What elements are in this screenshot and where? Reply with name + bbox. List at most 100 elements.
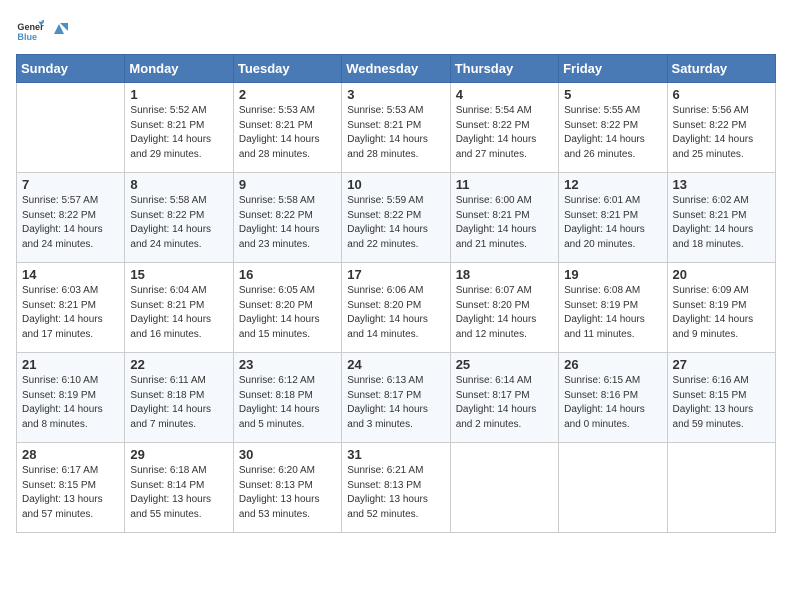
day-number: 29 <box>130 447 227 462</box>
day-number: 31 <box>347 447 444 462</box>
day-number: 13 <box>673 177 770 192</box>
day-number: 17 <box>347 267 444 282</box>
day-info: Sunrise: 6:17 AM Sunset: 8:15 PM Dayligh… <box>22 464 119 522</box>
day-number: 5 <box>564 87 661 102</box>
day-info: Sunrise: 5:58 AM Sunset: 8:22 PM Dayligh… <box>130 194 227 252</box>
day-info: Sunrise: 5:53 AM Sunset: 8:21 PM Dayligh… <box>239 104 336 162</box>
calendar-cell: 8 Sunrise: 5:58 AM Sunset: 8:22 PM Daylig… <box>125 173 233 263</box>
calendar-cell <box>667 443 775 533</box>
day-info: Sunrise: 6:05 AM Sunset: 8:20 PM Dayligh… <box>239 284 336 342</box>
col-header-friday: Friday <box>559 55 667 83</box>
day-info: Sunrise: 5:58 AM Sunset: 8:22 PM Dayligh… <box>239 194 336 252</box>
week-row-1: 1 Sunrise: 5:52 AM Sunset: 8:21 PM Daylig… <box>17 83 776 173</box>
day-info: Sunrise: 5:52 AM Sunset: 8:21 PM Dayligh… <box>130 104 227 162</box>
day-number: 28 <box>22 447 119 462</box>
day-number: 24 <box>347 357 444 372</box>
day-info: Sunrise: 6:18 AM Sunset: 8:14 PM Dayligh… <box>130 464 227 522</box>
calendar-cell: 31 Sunrise: 6:21 AM Sunset: 8:13 PM Dayli… <box>342 443 450 533</box>
day-info: Sunrise: 5:57 AM Sunset: 8:22 PM Dayligh… <box>22 194 119 252</box>
day-number: 23 <box>239 357 336 372</box>
calendar-cell <box>559 443 667 533</box>
day-number: 26 <box>564 357 661 372</box>
day-number: 18 <box>456 267 553 282</box>
day-info: Sunrise: 6:01 AM Sunset: 8:21 PM Dayligh… <box>564 194 661 252</box>
week-row-3: 14 Sunrise: 6:03 AM Sunset: 8:21 PM Dayli… <box>17 263 776 353</box>
day-number: 27 <box>673 357 770 372</box>
day-number: 16 <box>239 267 336 282</box>
day-number: 11 <box>456 177 553 192</box>
calendar-cell: 16 Sunrise: 6:05 AM Sunset: 8:20 PM Dayli… <box>233 263 341 353</box>
col-header-sunday: Sunday <box>17 55 125 83</box>
day-info: Sunrise: 6:12 AM Sunset: 8:18 PM Dayligh… <box>239 374 336 432</box>
day-number: 1 <box>130 87 227 102</box>
week-row-4: 21 Sunrise: 6:10 AM Sunset: 8:19 PM Dayli… <box>17 353 776 443</box>
calendar-cell: 28 Sunrise: 6:17 AM Sunset: 8:15 PM Dayli… <box>17 443 125 533</box>
calendar-cell <box>450 443 558 533</box>
calendar-cell: 9 Sunrise: 5:58 AM Sunset: 8:22 PM Daylig… <box>233 173 341 263</box>
calendar-table: SundayMondayTuesdayWednesdayThursdayFrid… <box>16 54 776 533</box>
day-info: Sunrise: 6:09 AM Sunset: 8:19 PM Dayligh… <box>673 284 770 342</box>
day-info: Sunrise: 5:56 AM Sunset: 8:22 PM Dayligh… <box>673 104 770 162</box>
day-info: Sunrise: 5:54 AM Sunset: 8:22 PM Dayligh… <box>456 104 553 162</box>
day-number: 8 <box>130 177 227 192</box>
day-info: Sunrise: 6:14 AM Sunset: 8:17 PM Dayligh… <box>456 374 553 432</box>
calendar-cell <box>17 83 125 173</box>
day-number: 12 <box>564 177 661 192</box>
day-number: 9 <box>239 177 336 192</box>
col-header-saturday: Saturday <box>667 55 775 83</box>
day-info: Sunrise: 6:04 AM Sunset: 8:21 PM Dayligh… <box>130 284 227 342</box>
calendar-cell: 14 Sunrise: 6:03 AM Sunset: 8:21 PM Dayli… <box>17 263 125 353</box>
calendar-cell: 4 Sunrise: 5:54 AM Sunset: 8:22 PM Daylig… <box>450 83 558 173</box>
calendar-cell: 6Sunrise: 5:56 AM Sunset: 8:22 PM Daylig… <box>667 83 775 173</box>
day-number: 4 <box>456 87 553 102</box>
week-row-2: 7 Sunrise: 5:57 AM Sunset: 8:22 PM Daylig… <box>17 173 776 263</box>
day-number: 15 <box>130 267 227 282</box>
week-row-5: 28 Sunrise: 6:17 AM Sunset: 8:15 PM Dayli… <box>17 443 776 533</box>
col-header-thursday: Thursday <box>450 55 558 83</box>
day-info: Sunrise: 6:03 AM Sunset: 8:21 PM Dayligh… <box>22 284 119 342</box>
day-number: 21 <box>22 357 119 372</box>
day-info: Sunrise: 6:16 AM Sunset: 8:15 PM Dayligh… <box>673 374 770 432</box>
logo: General Blue <box>16 16 68 44</box>
calendar-cell: 17Sunrise: 6:06 AM Sunset: 8:20 PM Dayli… <box>342 263 450 353</box>
day-number: 3 <box>347 87 444 102</box>
calendar-cell: 13 Sunrise: 6:02 AM Sunset: 8:21 PM Dayli… <box>667 173 775 263</box>
day-number: 10 <box>347 177 444 192</box>
calendar-cell: 27 Sunrise: 6:16 AM Sunset: 8:15 PM Dayli… <box>667 353 775 443</box>
day-info: Sunrise: 6:07 AM Sunset: 8:20 PM Dayligh… <box>456 284 553 342</box>
col-header-tuesday: Tuesday <box>233 55 341 83</box>
day-number: 20 <box>673 267 770 282</box>
day-number: 14 <box>22 267 119 282</box>
calendar-cell: 10 Sunrise: 5:59 AM Sunset: 8:22 PM Dayli… <box>342 173 450 263</box>
calendar-cell: 25 Sunrise: 6:14 AM Sunset: 8:17 PM Dayli… <box>450 353 558 443</box>
calendar-cell: 5 Sunrise: 5:55 AM Sunset: 8:22 PM Daylig… <box>559 83 667 173</box>
calendar-cell: 3 Sunrise: 5:53 AM Sunset: 8:21 PM Daylig… <box>342 83 450 173</box>
day-info: Sunrise: 6:11 AM Sunset: 8:18 PM Dayligh… <box>130 374 227 432</box>
day-info: Sunrise: 5:59 AM Sunset: 8:22 PM Dayligh… <box>347 194 444 252</box>
day-number: 30 <box>239 447 336 462</box>
calendar-cell: 12 Sunrise: 6:01 AM Sunset: 8:21 PM Dayli… <box>559 173 667 263</box>
calendar-cell: 11Sunrise: 6:00 AM Sunset: 8:21 PM Dayli… <box>450 173 558 263</box>
day-info: Sunrise: 6:21 AM Sunset: 8:13 PM Dayligh… <box>347 464 444 522</box>
day-info: Sunrise: 5:53 AM Sunset: 8:21 PM Dayligh… <box>347 104 444 162</box>
calendar-cell: 20 Sunrise: 6:09 AM Sunset: 8:19 PM Dayli… <box>667 263 775 353</box>
day-number: 19 <box>564 267 661 282</box>
day-info: Sunrise: 6:08 AM Sunset: 8:19 PM Dayligh… <box>564 284 661 342</box>
day-number: 25 <box>456 357 553 372</box>
calendar-cell: 2 Sunrise: 5:53 AM Sunset: 8:21 PM Daylig… <box>233 83 341 173</box>
calendar-cell: 7 Sunrise: 5:57 AM Sunset: 8:22 PM Daylig… <box>17 173 125 263</box>
day-number: 7 <box>22 177 119 192</box>
day-number: 2 <box>239 87 336 102</box>
calendar-cell: 30Sunrise: 6:20 AM Sunset: 8:13 PM Dayli… <box>233 443 341 533</box>
calendar-cell: 21 Sunrise: 6:10 AM Sunset: 8:19 PM Dayli… <box>17 353 125 443</box>
logo-triangle-icon <box>50 20 68 38</box>
calendar-cell: 22 Sunrise: 6:11 AM Sunset: 8:18 PM Dayli… <box>125 353 233 443</box>
day-info: Sunrise: 6:10 AM Sunset: 8:19 PM Dayligh… <box>22 374 119 432</box>
logo-icon: General Blue <box>16 16 44 44</box>
day-info: Sunrise: 6:02 AM Sunset: 8:21 PM Dayligh… <box>673 194 770 252</box>
day-number: 22 <box>130 357 227 372</box>
calendar-cell: 26Sunrise: 6:15 AM Sunset: 8:16 PM Dayli… <box>559 353 667 443</box>
calendar-cell: 15 Sunrise: 6:04 AM Sunset: 8:21 PM Dayli… <box>125 263 233 353</box>
day-info: Sunrise: 5:55 AM Sunset: 8:22 PM Dayligh… <box>564 104 661 162</box>
calendar-cell: 19 Sunrise: 6:08 AM Sunset: 8:19 PM Dayli… <box>559 263 667 353</box>
